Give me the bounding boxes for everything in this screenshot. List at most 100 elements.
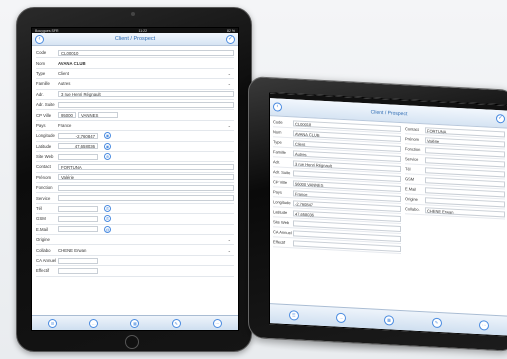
pays-field[interactable]: France	[58, 123, 234, 128]
field-label: Adr. Suite	[36, 102, 55, 108]
landscape-screen: ‹ Client / Prospect ✓ Code CL00018 Nom AVAN…	[269, 92, 507, 337]
map-pin-icon[interactable]: ◉	[104, 142, 111, 150]
prenom-field[interactable]: Valérie	[58, 174, 234, 181]
field-label: Longitude	[36, 133, 55, 139]
ca-annuel-field[interactable]	[58, 257, 98, 264]
field-row-adr-suite: Adr. Suite	[36, 100, 234, 111]
carrier-label: Bouygues SFR	[35, 28, 59, 33]
field-label: E.Mail	[405, 186, 417, 192]
more-tab-icon[interactable]: ⋯	[212, 318, 222, 328]
bottom-tab-bar: ☰ … ▦ ✎ ⋯	[32, 315, 238, 330]
globe-icon[interactable]: ⊕	[104, 153, 111, 161]
field-label: CA Annuel	[273, 229, 292, 236]
tel-field[interactable]	[58, 205, 98, 212]
site-web-field[interactable]	[58, 153, 98, 160]
collabo-field[interactable]: CHENE Erwan	[58, 248, 234, 253]
field-label: Fonction	[405, 146, 421, 153]
longitude-field[interactable]: -2,760847	[58, 132, 98, 139]
home-button[interactable]	[125, 335, 139, 349]
map-pin-icon[interactable]: ◉	[104, 132, 111, 140]
chevron-down-icon[interactable]: ⌄	[228, 71, 231, 76]
field-row-site-web: Site Web ⊕	[36, 152, 234, 163]
field-label: Famille	[36, 81, 50, 87]
contact-field[interactable]: FORTUNA	[58, 163, 234, 170]
fonction-field[interactable]	[58, 184, 234, 191]
latitude-field[interactable]: 47,658036	[58, 143, 98, 150]
calendar-tab-icon[interactable]: ▦	[383, 314, 394, 326]
adr-field[interactable]: 3 rue Henri Régnault	[58, 91, 234, 98]
field-label: Adr.	[36, 91, 44, 97]
contacts-tab-icon[interactable]: ☰	[48, 318, 58, 328]
chevron-down-icon[interactable]: ⌄	[228, 123, 231, 128]
calendar-tab-icon[interactable]: ▦	[130, 318, 140, 328]
nav-bar: ‹ Client / Prospect ✓	[32, 33, 238, 46]
field-label: Pays	[273, 189, 282, 195]
field-label: CA Annuel	[36, 258, 57, 263]
field-label: Adr. Suite	[273, 169, 291, 176]
field-label: Pays	[36, 122, 46, 128]
collabo-field[interactable]: CHENE Erwan	[425, 206, 505, 217]
mail-icon[interactable]: @	[104, 225, 111, 233]
field-label: Type	[36, 70, 46, 76]
ipad-portrait: Bouygues SFR 11:22 82 % ‹ Client / Prosp…	[16, 7, 252, 352]
effectif-field[interactable]	[58, 267, 98, 274]
field-label: Nom	[273, 129, 282, 135]
field-label: Collabo	[36, 247, 51, 253]
field-label: GSM	[405, 176, 415, 182]
nom-field[interactable]: AVANA CLUB	[58, 61, 234, 66]
back-icon[interactable]: ‹	[273, 102, 282, 112]
field-row-code: Code CL00010	[36, 48, 234, 59]
field-row-latitude: Latitude 47,658036 ◉	[36, 142, 234, 152]
field-label: Adr.	[273, 159, 281, 165]
contacts-tab-icon[interactable]: ☰	[288, 309, 299, 321]
field-row-origine: Origine ⌄	[36, 235, 234, 246]
field-row-adr: Adr. 3 rue Henri Régnault	[36, 90, 234, 100]
field-label: Site Web	[273, 219, 290, 226]
service-field[interactable]	[58, 195, 234, 202]
field-label: Tél	[405, 166, 411, 172]
chevron-down-icon[interactable]: ⌄	[228, 81, 231, 86]
gsm-field[interactable]	[58, 215, 98, 222]
cp-ville-field[interactable]: 95000	[58, 112, 76, 119]
field-label: Effectif	[273, 239, 286, 245]
field-label: Famille	[273, 149, 286, 155]
field-label: Origine	[36, 237, 50, 243]
type-field[interactable]: Client	[58, 71, 234, 76]
code-field[interactable]: CL00010	[58, 49, 234, 56]
field-row-tel: Tél ✆	[36, 204, 234, 215]
field-label: CP Ville	[36, 112, 52, 118]
confirm-check-icon[interactable]: ✓	[496, 113, 505, 124]
field-row-pays: Pays France ⌄	[36, 121, 234, 132]
ipad-landscape: ‹ Client / Prospect ✓ Code CL00018 Nom AVAN…	[248, 75, 507, 353]
famille-field[interactable]: Autres	[58, 81, 234, 86]
edit-tab-icon[interactable]: ✎	[431, 317, 442, 328]
phone-icon[interactable]: ✆	[104, 205, 111, 213]
e-mail-field[interactable]	[58, 226, 98, 233]
field-label: E.Mail	[36, 226, 48, 232]
chat-tab-icon[interactable]: …	[89, 318, 99, 328]
chevron-down-icon[interactable]: ⌄	[228, 237, 231, 242]
field-label: Prénom	[36, 174, 52, 180]
field-row-famille: Famille Autres ⌄	[36, 79, 234, 90]
clock-label: 11:22	[138, 28, 148, 33]
field-label: Prénom	[405, 136, 420, 142]
field-label: Service	[405, 156, 419, 162]
chat-tab-icon[interactable]: …	[336, 312, 347, 323]
field-row-nom: Nom AVANA CLUB	[36, 58, 234, 69]
client-form: Code CL00010 Nom AVANA CLUB Type Client ⌄ Famil…	[32, 46, 238, 277]
more-tab-icon[interactable]: ⋯	[479, 319, 490, 331]
ville-field[interactable]: VANNES	[78, 112, 118, 119]
camera-dot	[131, 12, 135, 16]
field-label: Latitude	[36, 143, 52, 149]
field-label: Code	[36, 50, 47, 56]
confirm-check-icon[interactable]: ✓	[226, 34, 235, 44]
field-row-effectif: Effectif	[36, 266, 234, 277]
field-row-collabo: Collabo CHENE Erwan ⌄	[36, 245, 234, 256]
field-label: Contact	[405, 126, 419, 132]
field-label: CP Ville	[273, 179, 288, 186]
edit-tab-icon[interactable]: ✎	[171, 318, 181, 328]
adr-suite-field[interactable]	[58, 101, 234, 108]
back-icon[interactable]: ‹	[35, 34, 44, 44]
chevron-down-icon[interactable]: ⌄	[228, 248, 231, 253]
phone-icon[interactable]: ✆	[104, 215, 111, 223]
